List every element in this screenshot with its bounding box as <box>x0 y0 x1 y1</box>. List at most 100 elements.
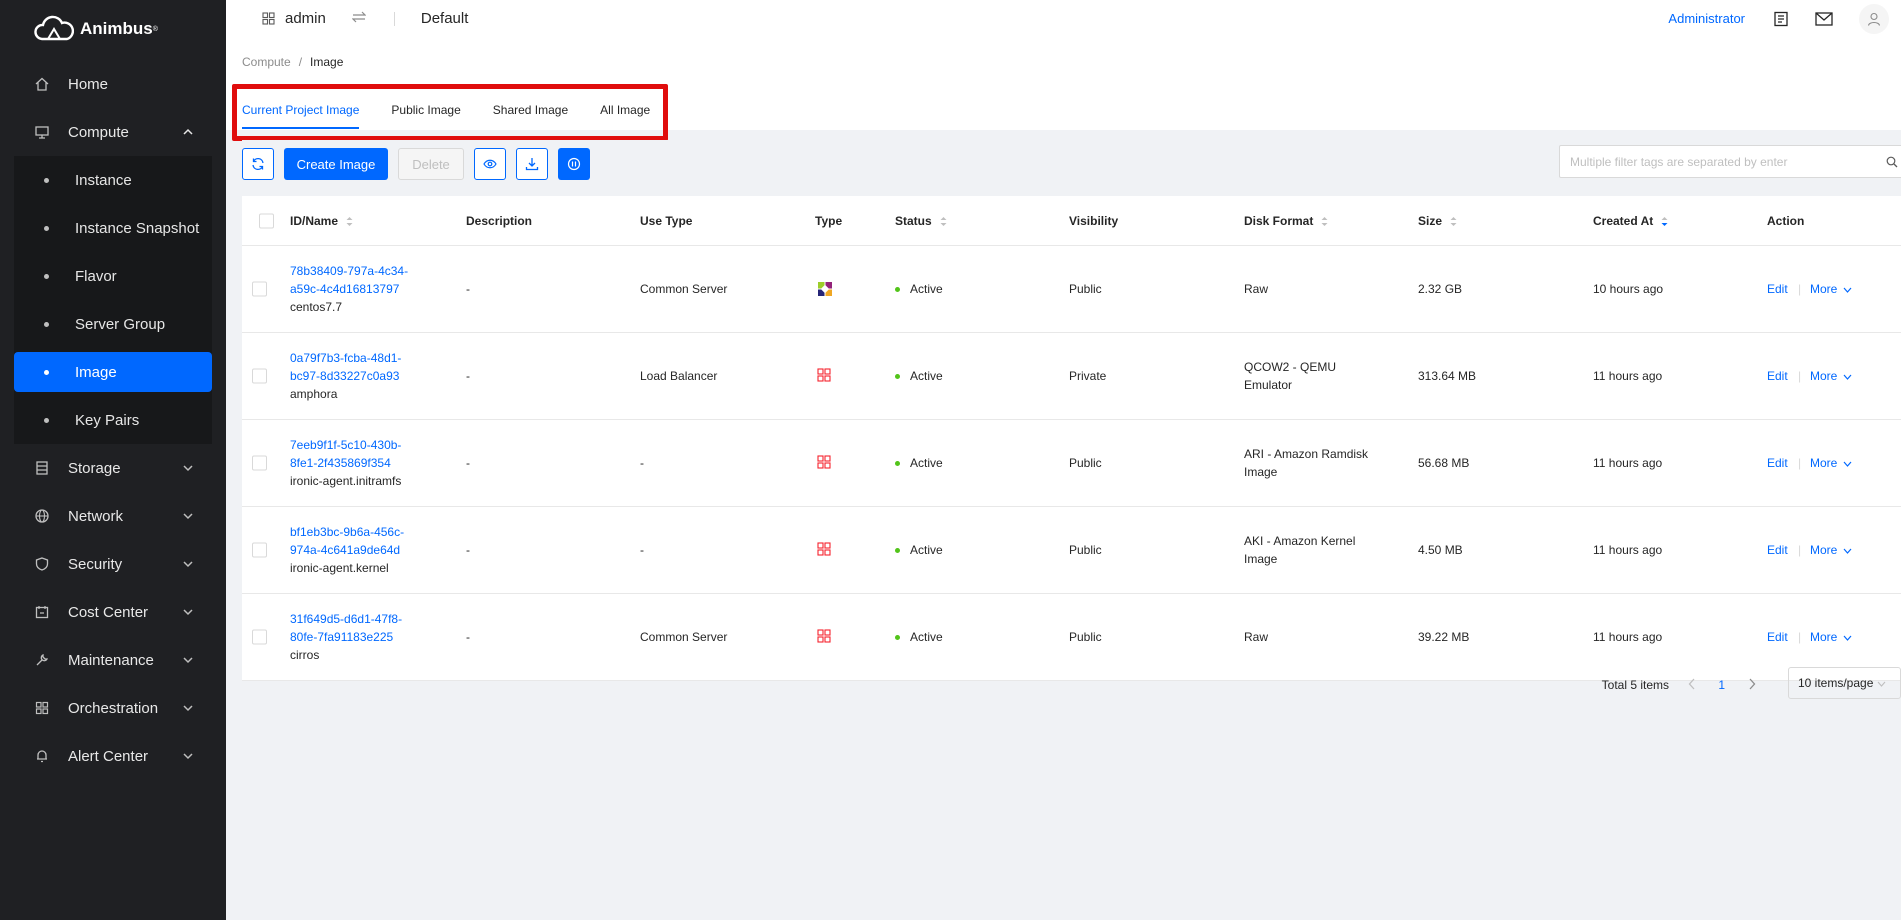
status-dot <box>895 548 900 554</box>
row-checkbox[interactable] <box>252 542 267 558</box>
col-created-at[interactable]: Created At <box>1593 212 1668 230</box>
image-use-type: Common Server <box>640 630 728 644</box>
sidebar-item-compute[interactable]: Compute <box>0 108 226 156</box>
image-description: - <box>466 456 470 470</box>
row-checkbox[interactable] <box>252 455 267 471</box>
image-name: centos7.7 <box>290 300 343 314</box>
col-size[interactable]: Size <box>1418 212 1457 230</box>
more-dropdown[interactable]: More <box>1810 541 1852 559</box>
sidebar-item-image[interactable]: Image <box>14 352 212 392</box>
next-page-icon[interactable] <box>1748 678 1756 693</box>
sidebar-item-maintenance[interactable]: Maintenance <box>0 636 226 684</box>
image-id-link[interactable]: 78b38409-797a-4c34- a59c-4c4d16813797 <box>290 262 408 298</box>
switch-project-icon[interactable] <box>351 11 367 26</box>
refresh-button[interactable] <box>242 148 274 180</box>
search-icon[interactable] <box>1886 156 1898 168</box>
row-checkbox[interactable] <box>252 281 267 297</box>
top-bar-right: Administrator <box>1668 0 1901 37</box>
app-name: Animbus <box>80 19 153 38</box>
app-logo[interactable]: Animbus ® <box>0 0 226 58</box>
more-dropdown[interactable]: More <box>1810 367 1852 385</box>
sort-icon <box>1450 216 1457 226</box>
tab-public-image[interactable]: Public Image <box>391 91 460 129</box>
image-created-at: 11 hours ago <box>1593 543 1663 557</box>
database-icon <box>34 460 50 476</box>
view-button[interactable] <box>474 148 506 180</box>
filter-search[interactable] <box>1559 145 1901 178</box>
sidebar-item-home[interactable]: Home <box>0 60 226 108</box>
sidebar-item-instance-snapshot[interactable]: Instance Snapshot <box>14 204 212 252</box>
mail-icon[interactable] <box>1815 11 1833 26</box>
image-size: 56.68 MB <box>1418 456 1470 470</box>
sidebar-item-network[interactable]: Network <box>0 492 226 540</box>
sidebar-item-storage[interactable]: Storage <box>0 444 226 492</box>
sidebar-item-flavor[interactable]: Flavor <box>14 252 212 300</box>
info-button[interactable] <box>558 148 590 180</box>
image-status: Active <box>895 280 943 298</box>
edit-link[interactable]: Edit <box>1767 280 1788 298</box>
more-dropdown[interactable]: More <box>1810 628 1852 646</box>
generic-os-icon <box>817 542 831 558</box>
col-status[interactable]: Status <box>895 212 947 230</box>
page-size-select[interactable]: 10 items/page <box>1788 667 1901 699</box>
edit-link[interactable]: Edit <box>1767 367 1788 385</box>
image-id-link[interactable]: 31f649d5-d6d1-47f8- 80fe-7fa91183e225 <box>290 610 402 646</box>
chevron-down-icon <box>183 513 193 520</box>
more-dropdown[interactable]: More <box>1810 454 1852 472</box>
edit-link[interactable]: Edit <box>1767 628 1788 646</box>
sidebar-item-cost-center[interactable]: Cost Center <box>0 588 226 636</box>
more-dropdown[interactable]: More <box>1810 280 1852 298</box>
sidebar-item-alert-center[interactable]: Alert Center <box>0 732 226 780</box>
image-id-link[interactable]: 7eeb9f1f-5c10-430b- 8fe1-2f435869f354 <box>290 436 401 472</box>
sidebar-item-orchestration[interactable]: Orchestration <box>0 684 226 732</box>
create-image-button[interactable]: Create Image <box>284 148 388 180</box>
action-divider: | <box>1798 282 1802 296</box>
project-selector[interactable]: admin <box>262 10 326 27</box>
action-divider: | <box>1798 543 1802 557</box>
image-visibility: Public <box>1069 456 1102 470</box>
image-size: 4.50 MB <box>1418 543 1463 557</box>
tab-current-project-image[interactable]: Current Project Image <box>242 91 360 129</box>
chevron-down-icon <box>1843 287 1852 293</box>
image-id-link[interactable]: 0a79f7b3-fcba-48d1- bc97-8d33227c0a93 <box>290 349 401 385</box>
chevron-down-icon <box>183 657 193 664</box>
download-button[interactable] <box>516 148 548 180</box>
select-all-checkbox[interactable] <box>259 213 274 228</box>
delete-button[interactable]: Delete <box>398 148 464 180</box>
bell-icon <box>34 748 50 764</box>
download-icon <box>525 158 539 171</box>
tab-all-image[interactable]: All Image <box>600 91 650 129</box>
divider <box>393 11 395 26</box>
pagination-total: Total 5 items <box>1601 678 1669 692</box>
image-name: ironic-agent.initramfs <box>290 474 402 488</box>
image-id-name: 78b38409-797a-4c34- a59c-4c4d16813797 cent… <box>290 262 408 316</box>
project-grid-icon <box>262 12 275 25</box>
chevron-down-icon <box>183 705 193 712</box>
prev-page-icon[interactable] <box>1688 678 1696 693</box>
filter-search-input[interactable] <box>1570 154 1886 169</box>
sidebar-item-key-pairs[interactable]: Key Pairs <box>14 396 212 444</box>
tab-shared-image[interactable]: Shared Image <box>493 91 568 129</box>
row-checkbox[interactable] <box>252 368 267 384</box>
row-checkbox[interactable] <box>252 629 267 645</box>
image-id-link[interactable]: bf1eb3bc-9b6a-456c- 974a-4c641a9de64d <box>290 523 404 559</box>
col-id-name[interactable]: ID/Name <box>290 212 353 230</box>
document-icon[interactable] <box>1773 11 1789 27</box>
table-row: bf1eb3bc-9b6a-456c- 974a-4c641a9de64d iron… <box>242 507 1901 594</box>
administrator-link[interactable]: Administrator <box>1668 11 1745 26</box>
breadcrumb-compute[interactable]: Compute <box>242 55 291 69</box>
image-id-name: 7eeb9f1f-5c10-430b- 8fe1-2f435869f354 iron… <box>290 436 401 490</box>
sidebar-item-server-group[interactable]: Server Group <box>14 300 212 348</box>
page-number[interactable]: 1 <box>1718 678 1725 692</box>
table-header: ID/Name Description Use Type Type Status… <box>242 196 1901 246</box>
sidebar-item-security[interactable]: Security <box>0 540 226 588</box>
user-avatar[interactable] <box>1859 3 1889 34</box>
sort-icon <box>346 216 353 226</box>
col-disk-format[interactable]: Disk Format <box>1244 212 1328 230</box>
chevron-down-icon <box>1843 548 1852 554</box>
image-visibility: Private <box>1069 369 1107 383</box>
edit-link[interactable]: Edit <box>1767 541 1788 559</box>
edit-link[interactable]: Edit <box>1767 454 1788 472</box>
image-id-name: 31f649d5-d6d1-47f8- 80fe-7fa91183e225 cirr… <box>290 610 402 664</box>
sidebar-item-instance[interactable]: Instance <box>14 156 212 204</box>
